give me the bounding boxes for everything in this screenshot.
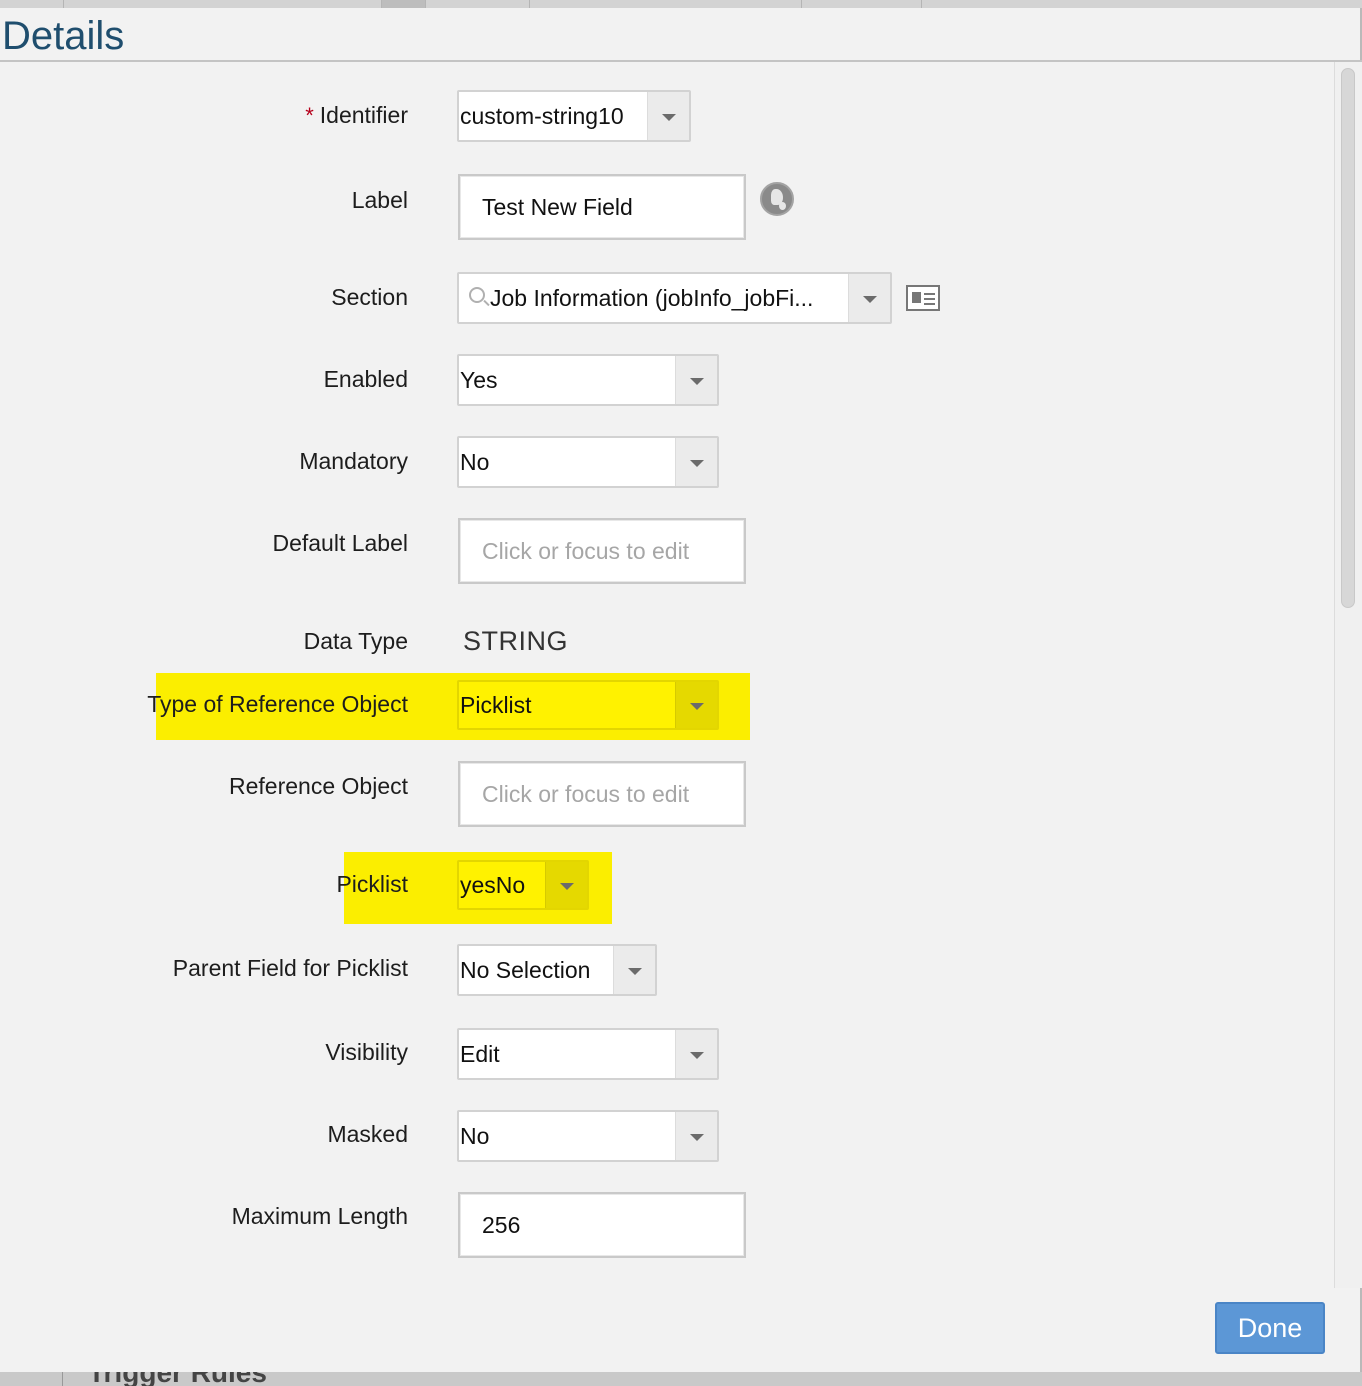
background-divider [62, 1370, 63, 1386]
chevron-down-icon[interactable] [848, 274, 890, 322]
chevron-down-icon[interactable] [613, 946, 655, 994]
visibility-select[interactable]: Edit [457, 1028, 719, 1080]
picklist-select[interactable]: yesNo [457, 860, 589, 910]
parent-field-for-picklist-label: Parent Field for Picklist [172, 955, 408, 981]
visibility-value: Edit [460, 1040, 500, 1067]
masked-value: No [460, 1122, 490, 1149]
chevron-down-icon[interactable] [675, 1030, 717, 1078]
details-card-icon[interactable] [906, 285, 940, 311]
details-form: * Identifier custom-string10 Label Test N… [0, 62, 1334, 1288]
search-icon [469, 287, 485, 303]
data-type-label: Data Type [303, 628, 408, 654]
parent-field-for-picklist-select[interactable]: No Selection [457, 944, 657, 996]
chevron-down-icon[interactable] [675, 438, 717, 486]
reference-object-placeholder: Click or focus to edit [482, 780, 690, 807]
section-value: Job Information (jobInfo_jobFi... [490, 284, 814, 311]
label-value: Test New Field [482, 193, 633, 220]
section-label: Section [331, 284, 408, 310]
mandatory-label: Mandatory [299, 448, 408, 474]
globe-icon[interactable] [760, 182, 794, 216]
default-label-placeholder: Click or focus to edit [482, 537, 690, 564]
enabled-label: Enabled [323, 366, 408, 392]
type-of-reference-object-value: Picklist [460, 691, 532, 718]
reference-object-input[interactable]: Click or focus to edit [458, 761, 746, 827]
section-select[interactable]: Job Information (jobInfo_jobFi... [457, 272, 892, 324]
maximum-length-label: Maximum Length [231, 1203, 408, 1229]
maximum-length-input[interactable]: 256 [458, 1192, 746, 1258]
label-label: Label [351, 187, 408, 213]
mandatory-select[interactable]: No [457, 436, 719, 488]
visibility-label: Visibility [325, 1039, 408, 1065]
masked-label: Masked [327, 1121, 408, 1147]
required-marker: * [305, 103, 314, 128]
picklist-label: Picklist [336, 871, 408, 897]
chevron-down-icon[interactable] [675, 1112, 717, 1160]
reference-object-label: Reference Object [229, 773, 408, 799]
picklist-value: yesNo [460, 871, 526, 898]
dialog-title: Details [2, 14, 125, 58]
chevron-down-icon[interactable] [647, 92, 689, 140]
chevron-down-icon[interactable] [675, 682, 717, 728]
default-label-label: Default Label [272, 530, 408, 556]
done-button[interactable]: Done [1215, 1302, 1325, 1354]
enabled-select[interactable]: Yes [457, 354, 719, 406]
chevron-down-icon[interactable] [545, 862, 587, 908]
chevron-down-icon[interactable] [675, 356, 717, 404]
enabled-value: Yes [460, 366, 498, 393]
identifier-label: * Identifier [305, 102, 408, 128]
vertical-scrollbar[interactable] [1334, 62, 1362, 1288]
type-of-reference-object-label: Type of Reference Object [147, 691, 408, 717]
identifier-select[interactable]: custom-string10 [457, 90, 691, 142]
details-dialog: Details * Identifier custom-string10 Labe… [0, 8, 1362, 1372]
type-of-reference-object-select[interactable]: Picklist [457, 680, 719, 730]
label-input[interactable]: Test New Field [458, 174, 746, 240]
maximum-length-value: 256 [482, 1211, 521, 1238]
default-label-input[interactable]: Click or focus to edit [458, 518, 746, 584]
masked-select[interactable]: No [457, 1110, 719, 1162]
scrollbar-thumb[interactable] [1341, 68, 1355, 608]
identifier-value: custom-string10 [460, 102, 624, 129]
data-type-value: STRING [463, 626, 569, 656]
parent-field-for-picklist-value: No Selection [460, 956, 591, 983]
mandatory-value: No [460, 448, 490, 475]
